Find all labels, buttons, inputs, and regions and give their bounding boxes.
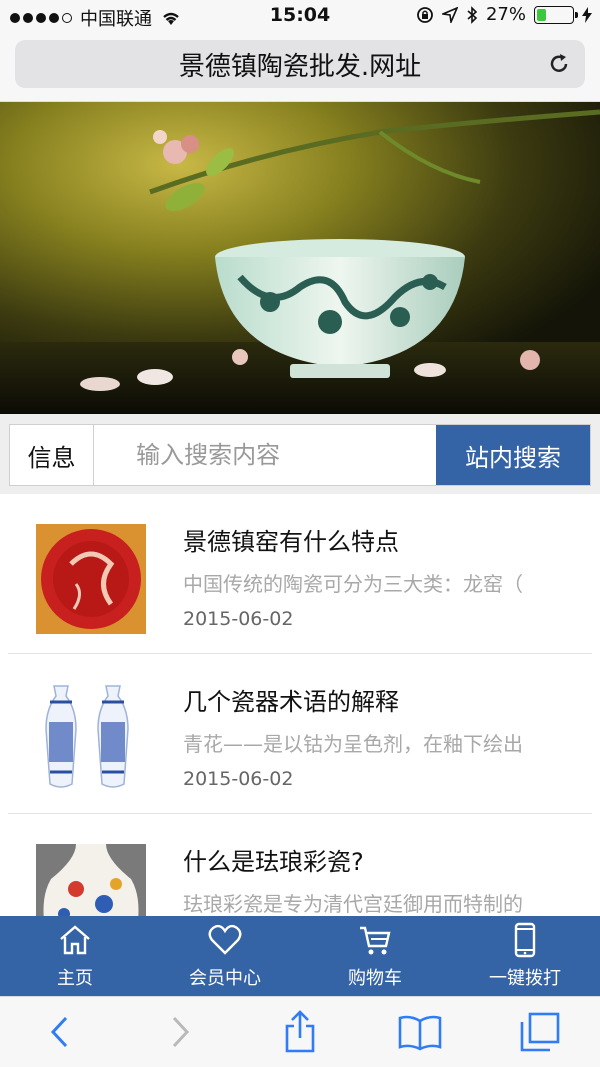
- article-thumbnail: [36, 844, 146, 916]
- share-button[interactable]: [270, 1002, 330, 1062]
- charging-icon: [582, 6, 592, 23]
- bluetooth-icon: [467, 5, 478, 24]
- list-item[interactable]: 什么是珐琅彩瓷? 珐琅彩瓷是专为清代宫廷御用而特制的: [8, 814, 592, 916]
- tab-label: 主页: [57, 968, 93, 989]
- tab-home[interactable]: 主页: [0, 916, 150, 996]
- article-title[interactable]: 几个瓷器术语的解释: [183, 682, 399, 717]
- forward-button[interactable]: [150, 1002, 210, 1062]
- cart-icon: [360, 926, 391, 955]
- porcelain-bowl-image: [0, 102, 600, 414]
- tab-call[interactable]: 一键拨打: [450, 916, 600, 996]
- home-icon: [60, 925, 90, 955]
- article-date: 2015-06-02: [183, 608, 294, 630]
- site-search-button[interactable]: 站内搜索: [436, 425, 590, 485]
- list-item[interactable]: 景德镇窑有什么特点 中国传统的陶瓷可分为三大类：龙窑（ 2015-06-02: [8, 494, 592, 654]
- tab-cart[interactable]: 购物车: [300, 916, 450, 996]
- list-item[interactable]: 几个瓷器术语的解释 青花——是以钴为呈色剂，在釉下绘出 2015-06-02: [8, 654, 592, 814]
- tab-label: 购物车: [348, 968, 402, 989]
- share-icon: [285, 1010, 315, 1053]
- article-thumbnail: [36, 684, 146, 794]
- chevron-left-icon: [50, 1016, 68, 1048]
- phone-icon: [514, 922, 536, 958]
- back-button[interactable]: [30, 1002, 90, 1062]
- search-bar: 信息 站内搜索: [0, 414, 600, 494]
- url-field[interactable]: 景德镇陶瓷批发.网址: [15, 40, 585, 88]
- article-title[interactable]: 什么是珐琅彩瓷?: [183, 842, 364, 877]
- heart-icon: [208, 924, 242, 955]
- tabs-icon: [520, 1012, 560, 1052]
- tab-label: 会员中心: [189, 968, 261, 989]
- article-summary: 中国传统的陶瓷可分为三大类：龙窑（: [183, 572, 523, 596]
- status-bar: 中国联通 15:04 27%: [0, 0, 600, 34]
- search-input[interactable]: [94, 425, 437, 485]
- tab-label: 一键拨打: [489, 968, 561, 989]
- article-summary: 珐琅彩瓷是专为清代宫廷御用而特制的: [183, 892, 523, 916]
- rotation-lock-icon: [417, 6, 433, 23]
- search-category-select[interactable]: 信息: [10, 425, 95, 485]
- article-thumbnail: [36, 524, 146, 634]
- reload-icon[interactable]: [545, 50, 573, 78]
- hero-banner[interactable]: [0, 102, 600, 414]
- tab-member-center[interactable]: 会员中心: [150, 916, 300, 996]
- article-summary: 青花——是以钴为呈色剂，在釉下绘出: [183, 732, 523, 756]
- browser-address-bar: 景德镇陶瓷批发.网址: [0, 34, 600, 102]
- article-title[interactable]: 景德镇窑有什么特点: [183, 522, 399, 557]
- battery-icon: [534, 5, 578, 24]
- browser-toolbar: [0, 996, 600, 1067]
- tabs-button[interactable]: [510, 1002, 570, 1062]
- url-text: 景德镇陶瓷批发.网址: [178, 51, 422, 82]
- search-box: 信息 站内搜索: [9, 424, 591, 486]
- article-list: 景德镇窑有什么特点 中国传统的陶瓷可分为三大类：龙窑（ 2015-06-02 几…: [0, 494, 600, 916]
- bookmarks-button[interactable]: [390, 1002, 450, 1062]
- bottom-tab-bar: 主页 会员中心 购物车 一键拨打: [0, 916, 600, 996]
- book-icon: [398, 1015, 442, 1051]
- chevron-right-icon: [172, 1016, 190, 1048]
- location-icon: [441, 6, 458, 23]
- article-date: 2015-06-02: [183, 768, 294, 790]
- battery-percent: 27%: [485, 4, 526, 25]
